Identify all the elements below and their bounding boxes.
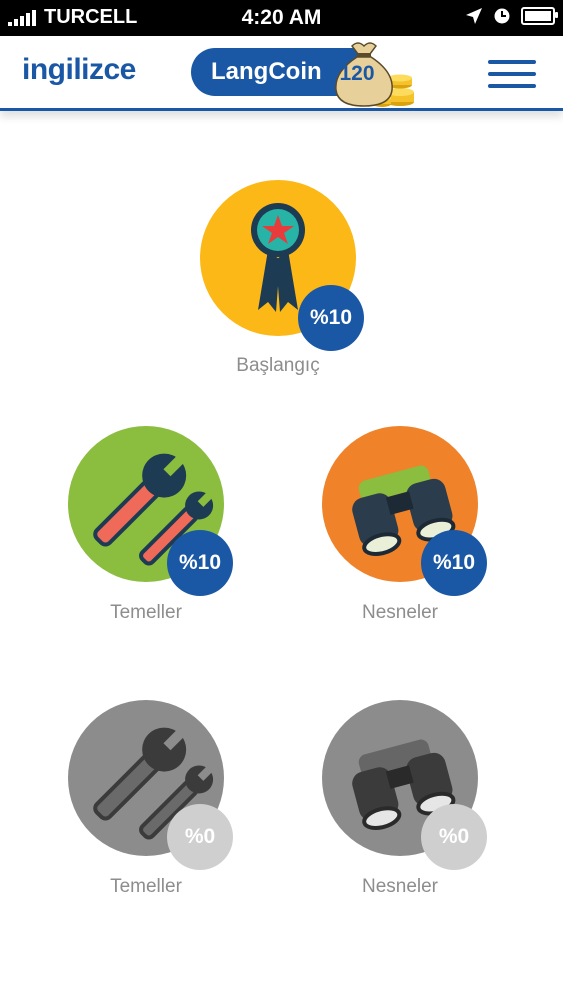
unit-title: Nesneler	[361, 602, 439, 623]
progress-badge: %0	[421, 804, 487, 870]
battery-icon	[521, 7, 558, 25]
progress-badge: %10	[167, 530, 233, 596]
status-icons	[465, 7, 558, 25]
alarm-clock-icon	[494, 8, 510, 24]
unit-title: Temeller	[110, 876, 182, 897]
progress-badge: %10	[421, 530, 487, 596]
hamburger-menu-icon[interactable]	[488, 60, 536, 88]
status-bar: TURCELL 4:20 AM	[0, 0, 563, 36]
progress-badge: %10	[298, 285, 364, 351]
location-arrow-icon	[466, 8, 482, 24]
app-brand[interactable]: ingilizce	[22, 53, 136, 87]
unit-title: Nesneler	[361, 876, 439, 897]
langcoin-count: 120	[339, 62, 375, 85]
unit-title: Temeller	[110, 602, 182, 623]
unit-title: Başlangıç	[236, 355, 320, 376]
langcoin-label: LangCoin	[211, 58, 322, 85]
progress-badge: %0	[167, 804, 233, 870]
app-header: ingilizce LangCoin 120	[0, 36, 563, 111]
